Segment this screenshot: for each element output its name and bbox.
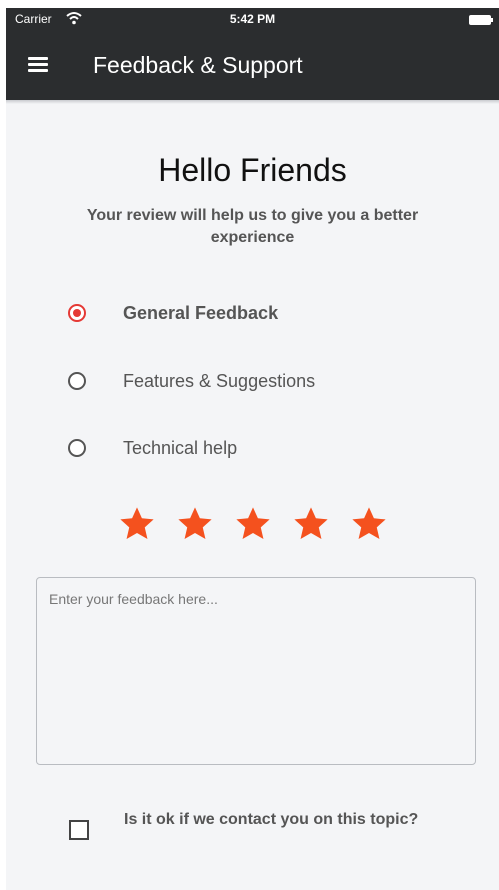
feedback-input-box bbox=[36, 577, 476, 765]
page-title: Feedback & Support bbox=[93, 52, 303, 78]
battery-icon bbox=[469, 14, 493, 25]
option-label: Technical help bbox=[123, 438, 238, 458]
status-time: 5:42 PM bbox=[229, 12, 276, 26]
contact-checkbox-label: Is it ok if we contact you on this topic… bbox=[124, 811, 419, 828]
greeting-heading: Hello Friends bbox=[158, 152, 347, 188]
option-label: Features & Suggestions bbox=[123, 371, 316, 391]
option-label: General Feedback bbox=[123, 303, 279, 323]
feedback-textarea[interactable] bbox=[37, 578, 475, 764]
nav-shadow bbox=[6, 100, 499, 104]
navigation-bar: Feedback & Support bbox=[6, 32, 499, 100]
status-bar: Carrier 5:42 PM bbox=[6, 8, 499, 32]
star-2-icon[interactable] bbox=[176, 505, 214, 543]
star-3-icon[interactable] bbox=[234, 505, 272, 543]
star-4-icon[interactable] bbox=[292, 505, 330, 543]
radio-features-suggestions[interactable] bbox=[68, 372, 86, 390]
radio-technical-help[interactable] bbox=[68, 439, 86, 457]
hamburger-menu-icon[interactable] bbox=[28, 54, 50, 76]
contact-checkbox[interactable] bbox=[69, 820, 89, 840]
radio-general-feedback[interactable] bbox=[68, 304, 86, 322]
greeting-subtitle: Your review will help us to give you a b… bbox=[86, 207, 419, 246]
app-screen: Carrier 5:42 PM Feedback & Support Hello… bbox=[6, 8, 499, 890]
star-5-icon[interactable] bbox=[350, 505, 388, 543]
star-1-icon[interactable] bbox=[118, 505, 156, 543]
